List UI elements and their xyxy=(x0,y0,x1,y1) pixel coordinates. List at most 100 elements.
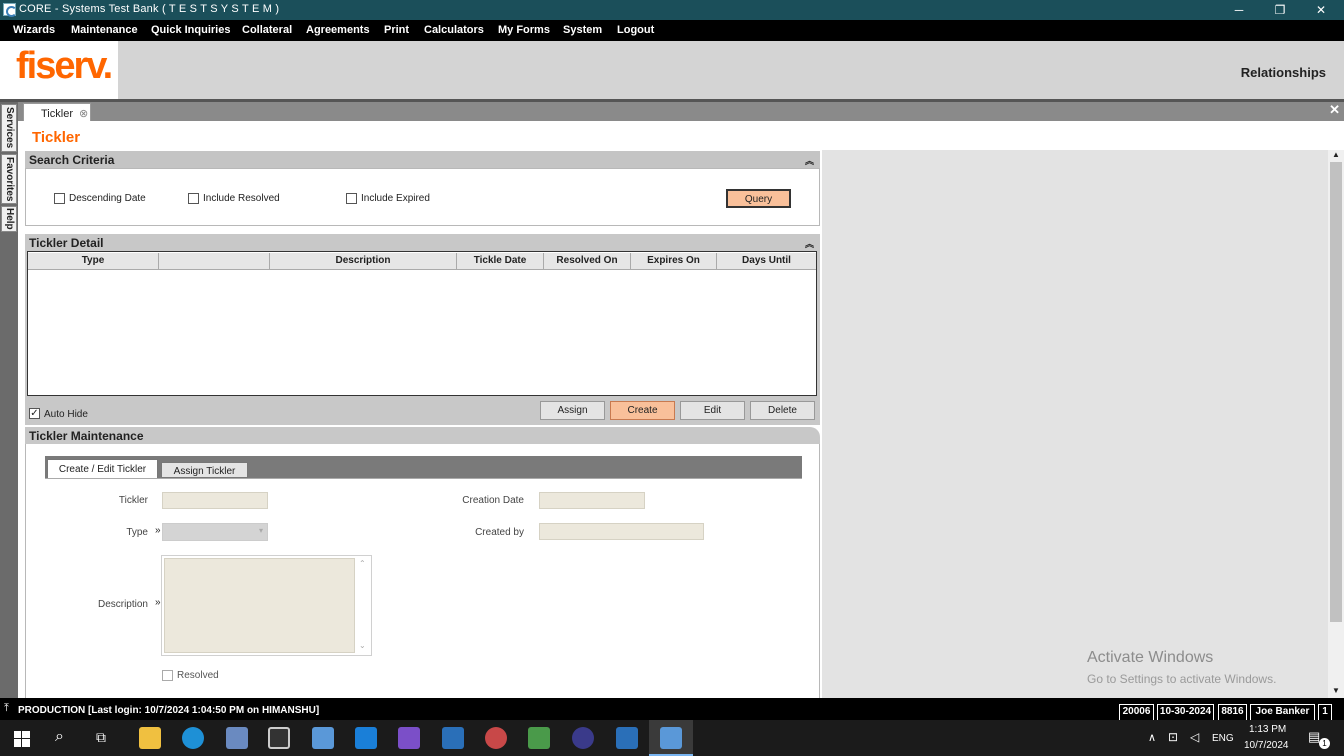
app-icon-9[interactable] xyxy=(485,727,507,749)
language-indicator[interactable]: ENG xyxy=(1212,733,1234,744)
include-expired-label: Include Expired xyxy=(361,193,430,204)
app-icon-3[interactable] xyxy=(226,727,248,749)
creation-date-field[interactable] xyxy=(539,492,645,509)
tab-assign-tickler[interactable]: Assign Tickler xyxy=(161,462,248,478)
minimize-button[interactable]: ─ xyxy=(1219,0,1259,20)
window-title-bar: CORE - Systems Test Bank ( T E S T S Y S… xyxy=(0,0,1344,20)
tickler-detail-header: Tickler Detail ︽ xyxy=(25,234,820,251)
document-tab-strip xyxy=(18,102,1344,121)
network-icon[interactable]: ⊡ xyxy=(1168,730,1178,744)
resolved-checkbox[interactable] xyxy=(162,670,173,681)
volume-icon[interactable]: ◁ xyxy=(1190,730,1199,744)
clock-time[interactable]: 1:13 PM xyxy=(1249,724,1286,735)
include-expired-checkbox[interactable] xyxy=(346,193,357,204)
task-view-icon[interactable]: ⧉ xyxy=(96,729,106,746)
restore-button[interactable]: ❐ xyxy=(1260,0,1300,20)
core-app-active-icon[interactable] xyxy=(660,727,682,749)
vscode-icon[interactable] xyxy=(355,727,377,749)
menu-system[interactable]: System xyxy=(563,24,602,36)
menu-logout[interactable]: Logout xyxy=(617,24,654,36)
banner xyxy=(0,41,1344,99)
description-label: Description xyxy=(97,599,148,610)
include-resolved-checkbox[interactable] xyxy=(188,193,199,204)
textarea-scroll-down-icon[interactable]: ⌄ xyxy=(359,641,366,650)
column-header-blank[interactable] xyxy=(159,253,270,270)
tickler-field[interactable] xyxy=(162,492,268,509)
app-icon-8[interactable] xyxy=(442,727,464,749)
tab-create-edit-tickler[interactable]: Create / Edit Tickler xyxy=(47,459,158,479)
descending-date-checkbox[interactable] xyxy=(54,193,65,204)
textarea-scroll-up-icon[interactable]: ⌃ xyxy=(359,559,366,568)
status-cell-date: 10-30-2024 xyxy=(1157,704,1214,721)
auto-hide-checkbox[interactable]: ✓ xyxy=(29,408,40,419)
menu-my-forms[interactable]: My Forms xyxy=(498,24,550,36)
tab-close-icon[interactable]: ⊗ xyxy=(79,108,88,120)
assign-button[interactable]: Assign xyxy=(540,401,605,420)
create-button[interactable]: Create xyxy=(610,401,675,420)
column-header-days-until[interactable]: Days Until xyxy=(717,253,816,270)
type-select[interactable]: ▾ xyxy=(162,523,268,541)
app-icon-12[interactable] xyxy=(616,727,638,749)
menu-print[interactable]: Print xyxy=(384,24,409,36)
side-tab-services[interactable]: Services xyxy=(1,104,17,152)
core-app-icon[interactable] xyxy=(312,727,334,749)
menu-maintenance[interactable]: Maintenance xyxy=(71,24,138,36)
eclipse-icon[interactable] xyxy=(572,727,594,749)
column-header-type[interactable]: Type xyxy=(28,253,159,270)
tickler-maintenance-title: Tickler Maintenance xyxy=(29,429,144,443)
close-all-tabs-icon[interactable]: ✕ xyxy=(1329,102,1340,118)
terminal-icon[interactable] xyxy=(268,727,290,749)
windows-start-icon[interactable] xyxy=(14,731,30,747)
tickler-label: Tickler xyxy=(118,495,148,506)
collapse-detail-icon[interactable]: ︽ xyxy=(805,237,814,250)
status-cell-branch: 20006 xyxy=(1119,704,1154,721)
search-criteria-title: Search Criteria xyxy=(29,153,115,167)
close-window-button[interactable]: ✕ xyxy=(1301,0,1341,20)
visual-studio-icon[interactable] xyxy=(398,727,420,749)
menu-quick-inquiries[interactable]: Quick Inquiries xyxy=(151,24,230,36)
scroll-down-icon[interactable]: ▼ xyxy=(1332,686,1340,695)
column-header-tickle-date[interactable]: Tickle Date xyxy=(457,253,544,270)
file-explorer-icon[interactable] xyxy=(139,727,161,749)
delete-button[interactable]: Delete xyxy=(750,401,815,420)
tray-chevron-icon[interactable]: ∧ xyxy=(1148,731,1156,744)
created-by-field[interactable] xyxy=(539,523,704,540)
description-required-marker: » xyxy=(155,597,161,608)
column-header-resolved-on[interactable]: Resolved On xyxy=(544,253,631,270)
type-dropdown-icon[interactable]: ▾ xyxy=(259,526,263,535)
app-icon xyxy=(3,3,17,17)
search-criteria-header: Search Criteria ︽ xyxy=(25,151,820,168)
description-textarea[interactable] xyxy=(164,558,355,653)
tickler-grid[interactable] xyxy=(27,251,817,396)
side-tab-help[interactable]: Help xyxy=(1,206,17,232)
descending-date-label: Descending Date xyxy=(69,193,146,204)
edit-button[interactable]: Edit xyxy=(680,401,745,420)
menu-bar: Wizards Maintenance Quick Inquiries Coll… xyxy=(0,20,1344,41)
clock-date[interactable]: 10/7/2024 xyxy=(1244,740,1289,751)
status-cell-code: 8816 xyxy=(1218,704,1247,721)
menu-calculators[interactable]: Calculators xyxy=(424,24,484,36)
scrollbar-thumb[interactable] xyxy=(1330,162,1342,622)
column-header-expires-on[interactable]: Expires On xyxy=(631,253,717,270)
created-by-label: Created by xyxy=(475,527,524,538)
menu-collateral[interactable]: Collateral xyxy=(242,24,292,36)
edge-icon[interactable] xyxy=(182,727,204,749)
menu-wizards[interactable]: Wizards xyxy=(13,24,55,36)
page-title: Tickler xyxy=(32,129,81,146)
side-tab-favorites[interactable]: Favorites xyxy=(1,154,17,204)
collapse-search-icon[interactable]: ︽ xyxy=(805,154,814,167)
tab-tickler-label: Tickler xyxy=(41,108,73,120)
menu-agreements[interactable]: Agreements xyxy=(306,24,370,36)
status-cell-count: 1 xyxy=(1318,704,1332,721)
query-button[interactable]: Query xyxy=(726,189,791,208)
scroll-up-icon[interactable]: ▲ xyxy=(1332,150,1340,159)
app-icon-10[interactable] xyxy=(528,727,550,749)
creation-date-label: Creation Date xyxy=(462,495,524,506)
environment-label: PRODUCTION xyxy=(18,705,86,716)
search-icon[interactable]: ⌕ xyxy=(55,728,64,746)
tab-tickler[interactable]: Tickler ⊗ xyxy=(23,103,91,122)
type-required-marker: » xyxy=(155,525,161,536)
maintenance-tab-strip xyxy=(45,456,802,478)
column-header-description[interactable]: Description xyxy=(270,253,457,270)
activate-windows-title: Activate Windows xyxy=(1087,649,1214,666)
